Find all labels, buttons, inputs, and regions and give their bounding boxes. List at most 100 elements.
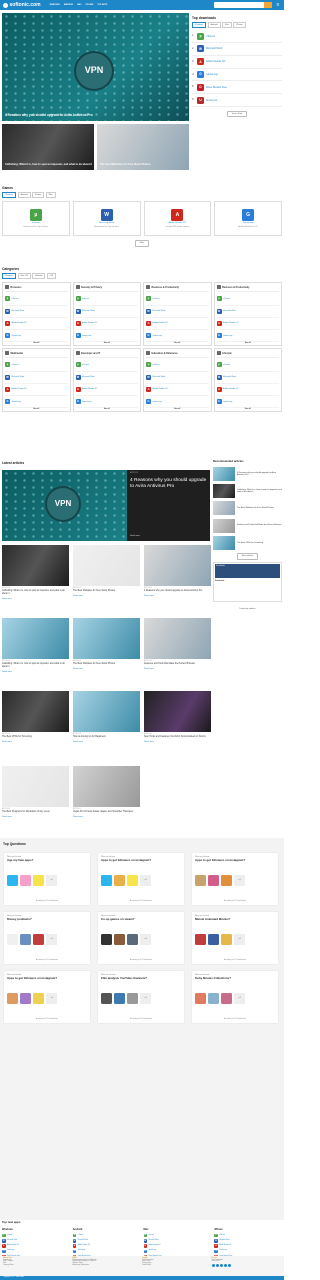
app-name[interactable]: GameLoop	[12, 335, 21, 337]
app-name[interactable]: uTorrent	[153, 298, 160, 300]
app-name[interactable]: GameLoop	[78, 1250, 85, 1252]
category-header[interactable]: Business & Productivity	[146, 285, 209, 293]
see-all-link[interactable]: See all	[3, 342, 70, 344]
nav-android[interactable]: ANDROID	[64, 4, 73, 7]
app-name[interactable]: Microsoft Word	[223, 310, 236, 312]
recommended-item[interactable]: Features and Tools that Make the Perfect…	[213, 517, 282, 534]
answer-app-icon[interactable]	[20, 934, 31, 945]
more-answers-badge[interactable]: +4	[140, 934, 151, 945]
article-image[interactable]	[2, 691, 69, 732]
category-name[interactable]: Lifestyle	[222, 352, 232, 355]
read-more-link[interactable]: Read more	[73, 668, 140, 671]
article-image[interactable]	[144, 618, 211, 659]
answer-app-icon[interactable]	[221, 993, 232, 1004]
answer-app-icon[interactable]	[208, 993, 219, 1004]
article-card[interactable]: ARTICLES Features and Tools that Make the…	[144, 618, 211, 670]
category-app-row[interactable]: W Microsoft Word	[75, 306, 138, 318]
category-header[interactable]: Browsers	[5, 285, 68, 293]
app-name[interactable]: uTorrent	[82, 298, 89, 300]
question-title[interactable]: Age my face apps?	[7, 858, 87, 863]
article-image[interactable]	[144, 691, 211, 732]
social-icon[interactable]	[215, 1263, 219, 1267]
read-more-link[interactable]: Read more	[2, 741, 69, 744]
recommended-thumbnail[interactable]	[213, 467, 235, 482]
category-app-row[interactable]: W Microsoft Word	[146, 306, 209, 318]
recommended-thumbnail[interactable]	[213, 518, 235, 533]
read-more-link[interactable]: Read more	[73, 741, 140, 744]
download-row[interactable]: 3 A Adobe Reader DC	[192, 56, 282, 69]
recommended-title[interactable]: Catfishing: What it is, how to spot an i…	[237, 489, 282, 494]
article-title[interactable]: How to Among Us for Beginners	[73, 736, 140, 739]
question-card[interactable]: What are the best Disney podcasts? +4 Accor…	[4, 912, 90, 964]
more-answers-badge[interactable]: +4	[46, 993, 57, 1004]
article-card[interactable]: ARTICLES Catfishing: What it is, how to s…	[2, 618, 69, 673]
social-icon[interactable]	[223, 1263, 227, 1267]
tab-iphone[interactable]: iPhone	[32, 192, 45, 199]
game-card[interactable]: A Adobe Reader DC Powerful PDF reader soft…	[143, 201, 212, 237]
category-app-row[interactable]: A Adobe Reader DC	[216, 384, 279, 397]
answer-app-icon[interactable]	[101, 934, 112, 945]
read-more-link[interactable]: Read more	[2, 598, 69, 601]
category-name[interactable]: Security & Privacy	[81, 286, 102, 289]
app-name[interactable]: uTorrent	[12, 298, 19, 300]
see-all-link[interactable]: See all	[215, 342, 282, 344]
question-card[interactable]: What are the best Kuhy Movies Collections…	[192, 971, 278, 1023]
answer-app-icon[interactable]	[33, 875, 44, 886]
recommended-item[interactable]: Catfishing: What it is, how to spot an i…	[213, 483, 282, 500]
search-input[interactable]	[214, 2, 272, 8]
see-all-link[interactable]: See all	[3, 408, 70, 410]
app-name[interactable]: uTorrent	[78, 1235, 84, 1237]
tab-iphone[interactable]: iPhone	[233, 22, 246, 29]
recommended-thumbnail[interactable]	[213, 484, 235, 499]
article-card[interactable]: ARTICLES The Best Websites for Free Stock…	[73, 618, 140, 670]
article-title[interactable]: New Tricks and Features You Didn't Know …	[144, 736, 211, 739]
category-app-row[interactable]: A Adobe Reader DC	[146, 384, 209, 397]
read-more-link[interactable]: Read more	[2, 816, 69, 819]
app-name[interactable]: Microsoft Word	[219, 1240, 229, 1242]
category-app-row[interactable]: W Microsoft Word	[216, 372, 279, 384]
category-app-row[interactable]: W Microsoft Word	[5, 306, 68, 318]
category-app-row[interactable]: W Microsoft Word	[75, 372, 138, 384]
app-name[interactable]: uTorrent	[82, 364, 89, 366]
category-app-row[interactable]: A Adobe Reader DC	[5, 318, 68, 331]
app-name[interactable]: Adobe Reader DC	[149, 1245, 161, 1247]
more-answers-badge[interactable]: +4	[234, 934, 245, 945]
category-app-row[interactable]: µ uTorrent	[5, 293, 68, 306]
answer-app-icon[interactable]	[127, 993, 138, 1004]
article-title[interactable]: The Best VPNs for Torrenting	[2, 736, 69, 739]
app-name[interactable]: Adobe Reader DC	[82, 388, 97, 390]
download-row[interactable]: 2 W Microsoft Word	[192, 43, 282, 56]
article-title[interactable]: Catfishing: What it is, how to spot an i…	[2, 663, 69, 669]
recommended-item[interactable]: The Best VPNs for Torrenting	[213, 534, 282, 551]
app-name[interactable]: Adobe Reader DC	[206, 60, 226, 63]
recommended-title[interactable]: The Best VPNs for Torrenting	[237, 542, 263, 545]
article-image[interactable]	[2, 545, 69, 586]
category-app-row[interactable]: µ uTorrent	[146, 359, 209, 372]
category-header[interactable]: Education & Reference	[146, 351, 209, 359]
social-icon[interactable]	[211, 1263, 215, 1267]
category-app-row[interactable]: G GameLoop	[216, 330, 279, 343]
category-app-row[interactable]: W Microsoft Word	[146, 372, 209, 384]
question-card[interactable]: What are the best Co-op games on steam? +4…	[98, 912, 184, 964]
app-name[interactable]: Microsoft Word	[7, 1240, 17, 1242]
social-icon[interactable]	[227, 1263, 231, 1267]
app-name[interactable]: Microsoft Word	[82, 310, 95, 312]
tab-mac-os[interactable]: Mac OS	[17, 273, 31, 280]
recommended-item[interactable]: 4 Reasons why you should upgrade to Avir…	[213, 465, 282, 482]
game-card[interactable]: µ uTorrent Become the Fox City hub boss	[2, 201, 70, 237]
question-card[interactable]: What are the best Apps to get followers o…	[4, 971, 90, 1023]
article-image[interactable]	[73, 766, 140, 807]
more-answers-badge[interactable]: +4	[140, 875, 151, 886]
read-more-link[interactable]: Read more	[144, 668, 211, 671]
app-name[interactable]: Adobe Reader DC	[78, 1245, 90, 1247]
app-name[interactable]: Adobe Reader DC	[219, 1245, 231, 1247]
recommended-title[interactable]: 4 Reasons why you should upgrade to Avir…	[237, 472, 282, 477]
article-card[interactable]: ARTICLES The Best Programs for Illustrato…	[2, 766, 69, 818]
category-header[interactable]: Business & Productivity	[216, 285, 279, 293]
app-name[interactable]: Adobe Reader DC	[12, 322, 27, 324]
game-card[interactable]: G GameLoop Android Emulator for PC	[214, 201, 282, 237]
read-more-link[interactable]: Read more	[2, 671, 69, 674]
answer-app-icon[interactable]	[195, 934, 206, 945]
recommended-thumbnail[interactable]	[213, 535, 235, 550]
category-app-row[interactable]: µ uTorrent	[146, 293, 209, 306]
